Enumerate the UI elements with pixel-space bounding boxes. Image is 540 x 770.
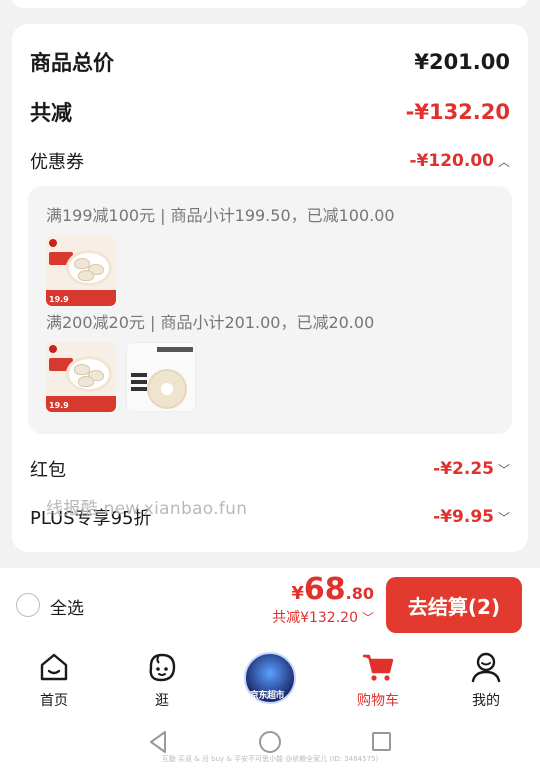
dumpling-image — [78, 270, 94, 281]
brand-logo-icon — [49, 239, 57, 247]
home-icon — [40, 653, 68, 681]
hongbao-value: -¥2.25 — [433, 459, 494, 479]
footer-note: 互動 买返 & 沿 buy & 平安不可思小能 @依赖全家儿 (ID: 3484… — [161, 755, 379, 763]
plus-discount-value-group[interactable]: -¥9.95 ﹀ — [433, 507, 510, 527]
product-price: 19.9 — [49, 295, 69, 304]
reduced-detail-toggle[interactable]: 共减¥132.20 ﹀ — [272, 607, 374, 627]
tab-cart-label: 购物车 — [357, 693, 399, 709]
product-thumb-dumpling[interactable]: 19.9 — [46, 342, 116, 412]
total-price-row: 商品总价 ¥201.00 — [30, 46, 510, 78]
chevron-down-icon: ﹀ — [361, 610, 374, 625]
previous-card-edge — [12, 0, 528, 8]
product-thumb-tape[interactable] — [126, 342, 196, 412]
coupon-condition-1: 满199减100元 | 商品小计199.50，已减100.00 — [46, 206, 395, 225]
price-detail-card: 商品总价 ¥201.00 共减 -¥132.20 优惠券 -¥120.00 ︿ … — [12, 24, 528, 552]
product-price: 19.9 — [49, 401, 69, 410]
watermark-text: 线报酷 new.xianbao.fun — [46, 499, 248, 519]
home-circle-icon[interactable] — [259, 731, 281, 753]
brand-logo-icon — [49, 345, 57, 353]
face-icon — [149, 653, 176, 682]
select-all-label[interactable]: 全选 — [50, 594, 84, 619]
tab-mine-label: 我的 — [472, 693, 500, 709]
checkout-amount: ¥ 68 .80 — [272, 572, 374, 607]
tab-promo[interactable]: 京东超市 — [216, 642, 324, 714]
hongbao-row[interactable]: 红包 -¥2.25 ﹀ — [30, 454, 510, 484]
coupon-detail-box: 满199减100元 | 商品小计199.50，已减100.00 19.9 满20… — [28, 186, 512, 434]
system-nav-bar: 互動 买返 & 沿 buy & 平安不可思小能 @依赖全家儿 (ID: 3484… — [0, 714, 540, 770]
bottom-tab-bar: 首页 逛 京东超市 购物车 我的 — [0, 642, 540, 714]
hongbao-label: 红包 — [30, 460, 66, 481]
amount-decimal: .80 — [345, 584, 374, 603]
tape-hole — [161, 383, 173, 395]
select-all-radio[interactable] — [16, 593, 40, 617]
plus-discount-value: -¥9.95 — [433, 507, 494, 527]
tab-browse-label: 逛 — [155, 693, 169, 709]
checkout-bar: 全选 ¥ 68 .80 共减¥132.20 ﹀ 去结算(2) — [0, 568, 540, 642]
recent-apps-icon[interactable] — [372, 732, 391, 751]
chevron-down-icon[interactable]: ﹀ — [498, 461, 510, 478]
coupon-value-group[interactable]: -¥120.00 ︿ — [409, 151, 510, 171]
promo-badge-icon: 京东超市 — [244, 652, 296, 704]
coupon-value: -¥120.00 — [409, 151, 494, 171]
total-price-value: ¥201.00 — [414, 50, 510, 74]
currency-symbol: ¥ — [291, 583, 304, 604]
person-icon — [471, 652, 501, 683]
dumpling-image — [78, 376, 94, 387]
feature-list-icon — [131, 373, 147, 394]
tab-home[interactable]: 首页 — [0, 642, 108, 714]
product-title-bar — [157, 347, 193, 352]
coupon-condition-2: 满200减20元 | 商品小计201.00，已减20.00 — [46, 313, 375, 332]
total-reduce-label: 共减 — [30, 101, 72, 125]
tab-browse[interactable]: 逛 — [108, 642, 216, 714]
tab-home-label: 首页 — [40, 693, 68, 709]
amount-integer: 68 — [303, 572, 346, 607]
chevron-up-icon[interactable]: ︿ — [498, 153, 510, 170]
cart-icon — [363, 654, 394, 681]
product-thumb-dumpling[interactable]: 19.9 — [46, 236, 116, 306]
checkout-button[interactable]: 去结算(2) — [386, 577, 522, 633]
checkout-summary: ¥ 68 .80 共减¥132.20 ﹀ — [272, 572, 374, 627]
hongbao-value-group[interactable]: -¥2.25 ﹀ — [433, 459, 510, 479]
coupon-label: 优惠券 — [30, 152, 84, 173]
total-reduce-row: 共减 -¥132.20 — [30, 96, 510, 128]
promo-badge-text: 京东超市 — [250, 691, 285, 701]
total-price-label: 商品总价 — [30, 51, 114, 75]
chevron-down-icon[interactable]: ﹀ — [498, 509, 510, 526]
back-triangle-icon[interactable] — [148, 730, 168, 754]
reduced-amount: 共减¥132.20 — [272, 610, 358, 626]
tab-mine[interactable]: 我的 — [432, 642, 540, 714]
tab-cart[interactable]: 购物车 — [324, 642, 432, 714]
total-reduce-value: -¥132.20 — [405, 100, 510, 124]
coupon-row[interactable]: 优惠券 -¥120.00 ︿ — [30, 146, 510, 176]
